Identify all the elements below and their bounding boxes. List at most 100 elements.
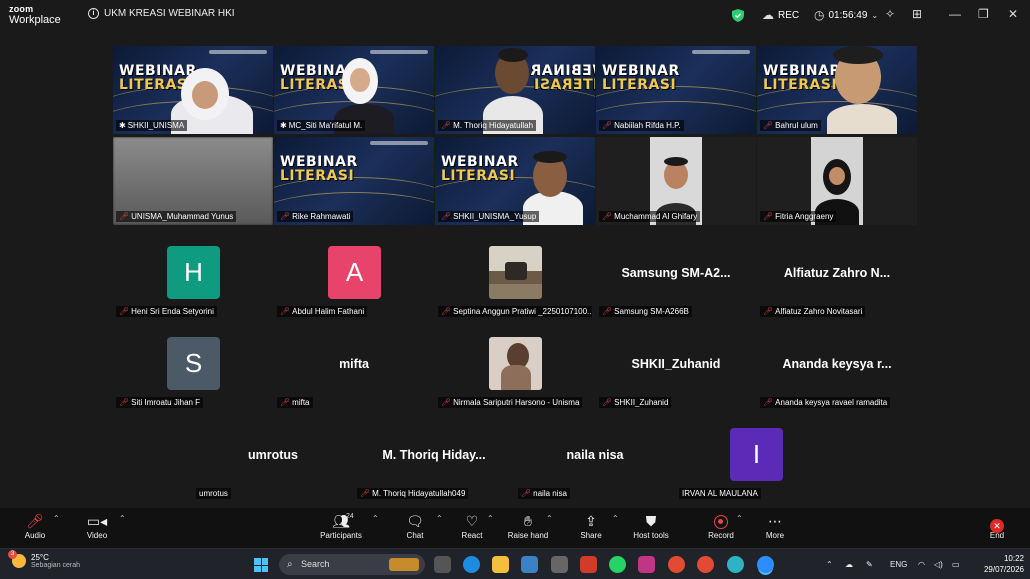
sparkle-icon[interactable]: ✧: [885, 7, 895, 21]
more-dots-icon: ⋯: [768, 513, 782, 529]
participants-icon: 👥︎: [332, 513, 350, 529]
participants-options-caret[interactable]: ⌃: [372, 514, 379, 523]
mic-muted-icon: 🎤︎: [441, 398, 452, 407]
participant-cell[interactable]: SHKII_Zuhanid 🎤︎ SHKII_Zuhanid: [596, 327, 756, 415]
encryption-shield-icon[interactable]: [732, 0, 744, 30]
react-options-caret[interactable]: ⌃: [487, 514, 494, 523]
video-tile[interactable]: WEBINAR LITERASI 🎤︎ SHKII_UNISMA_Yusup: [435, 137, 595, 225]
show-hidden-icons[interactable]: ⌃: [826, 549, 833, 579]
participant-name: 🎤︎ Rike Rahmawati: [277, 211, 354, 222]
participant-name: 🎤︎ Fitria Anggraeny: [760, 211, 837, 222]
wifi-icon[interactable]: ◠: [918, 549, 925, 579]
avatar: H: [167, 246, 220, 299]
participant-cell[interactable]: 🎤︎ Nirmala Sariputri Harsono - Unisma: [435, 327, 595, 415]
taskbar-search[interactable]: ⌕ Search: [279, 554, 425, 575]
video-tile[interactable]: WEBINAR LITERASI 🎤︎ Bahrul ulum: [757, 46, 917, 134]
participant-cell[interactable]: mifta 🎤︎ mifta: [274, 327, 434, 415]
app-l-icon[interactable]: [580, 556, 597, 573]
participant-cell[interactable]: Ananda keysya r... 🎤︎ Ananda keysya ravae…: [757, 327, 917, 415]
participant-name: 🎤︎ Siti Imroatu Jihan F: [116, 397, 204, 408]
volume-icon[interactable]: ◁): [934, 549, 943, 579]
video-tile[interactable]: WEBINAR LITERASI 🎤︎ Rike Rahmawati: [274, 137, 434, 225]
video-tile[interactable]: WEBINARLITERASI 🎤︎M. Thoriq Hidayatullah: [435, 46, 595, 134]
video-tile[interactable]: WEBINAR LITERASI 🎤︎ Nabiilah Rifda H.P.: [596, 46, 756, 134]
search-icon: ⌕: [287, 559, 293, 570]
video-options-caret[interactable]: ⌃: [119, 514, 126, 523]
file-explorer-icon[interactable]: [492, 556, 509, 573]
minimize-icon[interactable]: —: [949, 7, 961, 21]
cloud-icon: ☁: [762, 8, 774, 22]
participant-display-name: mifta: [339, 357, 369, 371]
video-tile[interactable]: WEBINAR LITERASI ✱ SHKII_UNISMA: [113, 46, 273, 134]
system-clock[interactable]: 10:22 29/07/2026: [972, 553, 1024, 575]
mic-muted-icon: 🎤︎: [763, 398, 774, 407]
camera-icon[interactable]: [551, 556, 568, 573]
meeting-timer[interactable]: ◷ 01:56:49 ⌄: [814, 0, 878, 30]
avatar: A: [328, 246, 381, 299]
meeting-info[interactable]: i UKM KREASI WEBINAR HKI: [88, 8, 235, 19]
instagram-icon[interactable]: [638, 556, 655, 573]
recording-indicator[interactable]: ☁ REC: [762, 0, 799, 30]
record-options-caret[interactable]: ⌃: [736, 514, 743, 523]
chrome-profile-icon[interactable]: [697, 556, 714, 573]
video-tile[interactable]: WEBINAR LITERASI ✱ MC_Siti Ma'rifatul M.: [274, 46, 434, 134]
participant-cell[interactable]: Alfiatuz Zahro N... 🎤︎ Alfiatuz Zahro Nov…: [757, 236, 917, 324]
shield-icon: ⛊: [645, 513, 657, 529]
participant-cell[interactable]: naila nisa 🎤︎ naila nisa: [515, 418, 675, 506]
mic-muted-icon: 🎤︎: [441, 212, 452, 221]
input-language[interactable]: ENG: [890, 549, 907, 579]
more-button[interactable]: ⋯ More: [745, 511, 805, 540]
participant-cell[interactable]: 🎤︎ Septina Anggun Pratiwi _2250107100...: [435, 236, 595, 324]
mic-muted-icon: 🎤︎: [441, 121, 452, 130]
participant-cell[interactable]: H 🎤︎ Heni Sri Enda Setyorini: [113, 236, 273, 324]
onedrive-icon[interactable]: ☁: [845, 549, 853, 579]
mic-muted-icon: 🎤︎: [602, 212, 613, 221]
participant-cell[interactable]: M. Thoriq Hiday... 🎤︎ M. Thoriq Hidayatul…: [354, 418, 514, 506]
video-tile[interactable]: 🎤︎ Muchammad Al Ghifary: [596, 137, 756, 225]
chrome-icon[interactable]: [668, 556, 685, 573]
participant-name: 🎤︎ SHKII_UNISMA_Yusup: [438, 211, 540, 222]
clock-date: 29/07/2026: [983, 565, 1024, 574]
zoom-app-icon[interactable]: [757, 556, 774, 573]
participant-name: umrotus: [196, 488, 231, 499]
end-button[interactable]: ✕ End: [967, 511, 1027, 540]
raise-hand-options-caret[interactable]: ⌃: [546, 514, 553, 523]
task-view-icon[interactable]: [434, 556, 451, 573]
canva-icon[interactable]: [727, 556, 744, 573]
chevron-down-icon: ⌄: [871, 10, 879, 20]
host-tools-button[interactable]: ⛊ Host tools: [621, 511, 681, 540]
participants-count: 24: [346, 513, 354, 520]
whatsapp-icon[interactable]: [609, 556, 626, 573]
banner-text: WEBINARLITERASI: [602, 63, 680, 93]
windows-start-icon[interactable]: [254, 558, 268, 572]
store-icon[interactable]: [521, 556, 538, 573]
weather-widget[interactable]: 3 25°C Sebagian cerah: [8, 550, 80, 569]
weather-badge: 3: [8, 550, 17, 559]
video-tile[interactable]: 🎤︎ Fitria Anggraeny: [757, 137, 917, 225]
mic-muted-icon: 🎤︎: [360, 489, 371, 498]
audio-options-caret[interactable]: ⌃: [53, 514, 60, 523]
participant-cell[interactable]: I IRVAN AL MAULANA: [676, 418, 836, 506]
participants-button[interactable]: 👥︎ 24 Participants: [311, 511, 371, 540]
mic-muted-icon: 🎤︎: [763, 121, 774, 130]
video-button[interactable]: ▭◂ Video: [67, 511, 127, 540]
participant-cell[interactable]: Samsung SM-A2... 🎤︎ Samsung SM-A266B: [596, 236, 756, 324]
restore-icon[interactable]: ❐: [978, 7, 989, 21]
rec-label: REC: [778, 9, 800, 21]
info-icon[interactable]: i: [88, 8, 99, 19]
close-icon[interactable]: ✕: [1008, 7, 1018, 21]
participant-cell[interactable]: S 🎤︎ Siti Imroatu Jihan F: [113, 327, 273, 415]
participant-display-name: Ananda keysya r...: [782, 357, 892, 371]
profile-photo: [489, 337, 542, 390]
edge-icon[interactable]: [463, 556, 480, 573]
battery-icon[interactable]: ▭: [952, 549, 960, 579]
share-options-caret[interactable]: ⌃: [612, 514, 619, 523]
participant-display-name: naila nisa: [566, 448, 624, 462]
sun-icon: 3: [8, 550, 26, 568]
view-grid-icon[interactable]: ⊞: [912, 7, 922, 21]
video-tile[interactable]: 🎤︎ UNISMA_Muhammad Yunus: [113, 137, 273, 225]
participant-cell[interactable]: umrotus umrotus: [193, 418, 353, 506]
mic-muted-icon: 🎤︎: [521, 489, 532, 498]
pen-icon[interactable]: ✎: [866, 549, 873, 579]
participant-cell[interactable]: A 🎤︎ Abdul Halim Fathani: [274, 236, 434, 324]
